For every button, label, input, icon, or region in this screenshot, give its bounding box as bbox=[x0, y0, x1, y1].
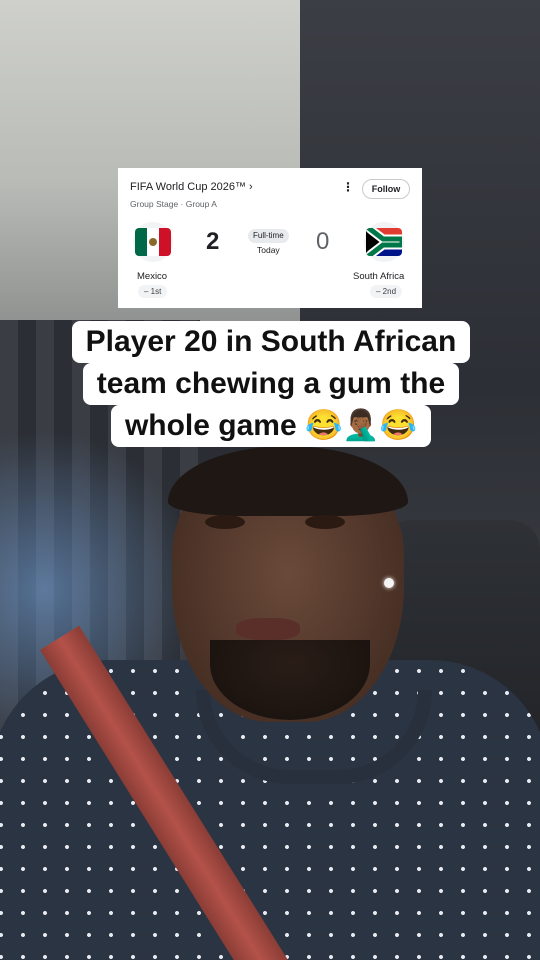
mouth bbox=[236, 618, 300, 640]
caption-line-1: Player 20 in South African bbox=[71, 321, 471, 363]
match-date: Today bbox=[257, 245, 280, 255]
match-scorecard: FIFA World Cup 2026™ › Group Stage · Gro… bbox=[118, 168, 422, 308]
earring bbox=[384, 578, 394, 588]
competition-title[interactable]: FIFA World Cup 2026™ › bbox=[130, 181, 253, 193]
away-team-name: South Africa bbox=[353, 271, 405, 282]
mexico-flag-badge bbox=[133, 222, 173, 262]
away-score: 0 bbox=[316, 228, 330, 255]
mexico-flag-icon bbox=[135, 228, 171, 256]
home-team-name: Mexico bbox=[137, 271, 168, 282]
left-eye bbox=[205, 515, 245, 529]
away-team-rank: – 2nd bbox=[370, 285, 403, 298]
home-team-rank: – 1st bbox=[138, 285, 168, 298]
video-caption: Player 20 in South African team chewing … bbox=[58, 321, 484, 447]
right-eye bbox=[305, 515, 345, 529]
match-status-badge: Full-time bbox=[248, 229, 289, 243]
caption-line-3: whole game 😂🤦🏾‍♂️😂 bbox=[110, 405, 432, 447]
follow-button[interactable]: Follow bbox=[362, 179, 410, 199]
south-africa-flag-icon bbox=[366, 228, 402, 256]
stage-subtitle: Group Stage · Group A bbox=[130, 199, 217, 209]
video-background bbox=[0, 0, 540, 960]
south-africa-flag-badge bbox=[364, 222, 404, 262]
caption-line-2: team chewing a gum the bbox=[82, 363, 460, 405]
home-score: 2 bbox=[206, 228, 220, 255]
more-vertical-icon[interactable]: ⋮ bbox=[342, 180, 354, 194]
